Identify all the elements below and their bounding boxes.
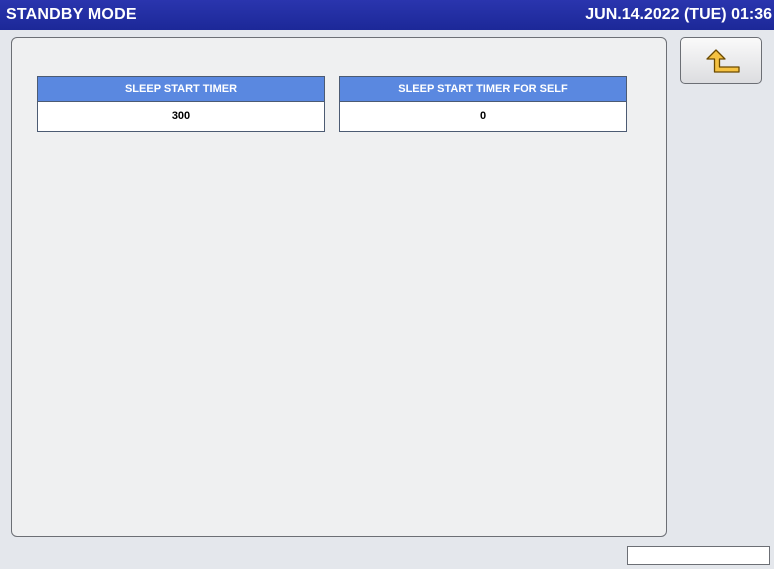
return-arrow-icon [706, 49, 740, 73]
sleep-start-timer-for-self-setting[interactable]: SLEEP START TIMER FOR SELF 0 [339, 76, 627, 132]
setting-label: SLEEP START TIMER FOR SELF [340, 77, 626, 102]
setting-value[interactable]: 0 [340, 102, 626, 131]
status-field [627, 546, 770, 565]
title-bar: STANDBY MODE JUN.14.2022 (TUE) 01:36 [0, 0, 774, 30]
page-title: STANDBY MODE [6, 6, 137, 23]
sleep-start-timer-setting[interactable]: SLEEP START TIMER 300 [37, 76, 325, 132]
main-panel: SLEEP START TIMER 300 SLEEP START TIMER … [11, 37, 667, 537]
date-time-display: JUN.14.2022 (TUE) 01:36 [585, 6, 772, 23]
setting-label: SLEEP START TIMER [38, 77, 324, 102]
back-button[interactable] [680, 37, 762, 84]
setting-value[interactable]: 300 [38, 102, 324, 131]
